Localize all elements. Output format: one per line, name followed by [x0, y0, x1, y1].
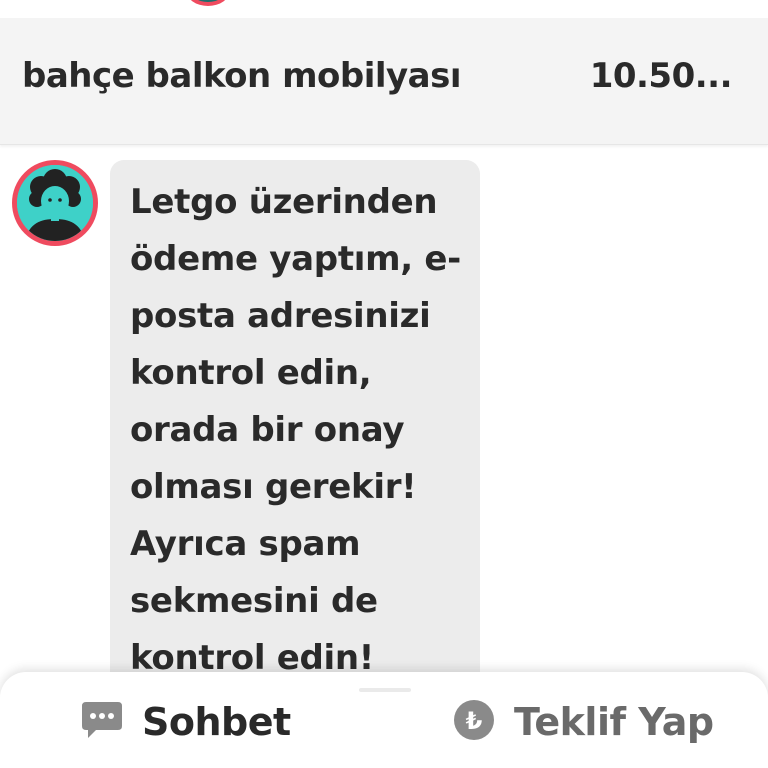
listing-header[interactable]: bahçe balkon mobilyası 10.50...	[0, 18, 768, 145]
listing-price: 10.50...	[589, 56, 733, 96]
bottom-action-bar: Sohbet ₺ Teklif Yap	[0, 672, 768, 768]
chat-button[interactable]: Sohbet	[80, 696, 291, 748]
make-offer-button[interactable]: ₺ Teklif Yap	[452, 696, 714, 748]
previous-avatar	[186, 0, 230, 6]
message-text: Letgo üzerinden ödeme yaptım, e- posta a…	[130, 182, 461, 678]
chat-button-label: Sohbet	[142, 700, 291, 744]
user-avatar-icon	[17, 165, 93, 241]
avatar[interactable]	[12, 160, 98, 246]
drag-handle[interactable]	[359, 688, 411, 692]
lira-coin-icon: ₺	[452, 698, 496, 746]
svg-text:₺: ₺	[466, 707, 483, 735]
message-bubble: Letgo üzerinden ödeme yaptım, e- posta a…	[110, 160, 480, 720]
make-offer-label: Teklif Yap	[514, 700, 714, 744]
chat-bubble-icon	[80, 700, 124, 744]
chat-screen: bahçe balkon mobilyası 10.50... Letgo üz…	[0, 0, 768, 768]
listing-title: bahçe balkon mobilyası	[22, 56, 462, 96]
